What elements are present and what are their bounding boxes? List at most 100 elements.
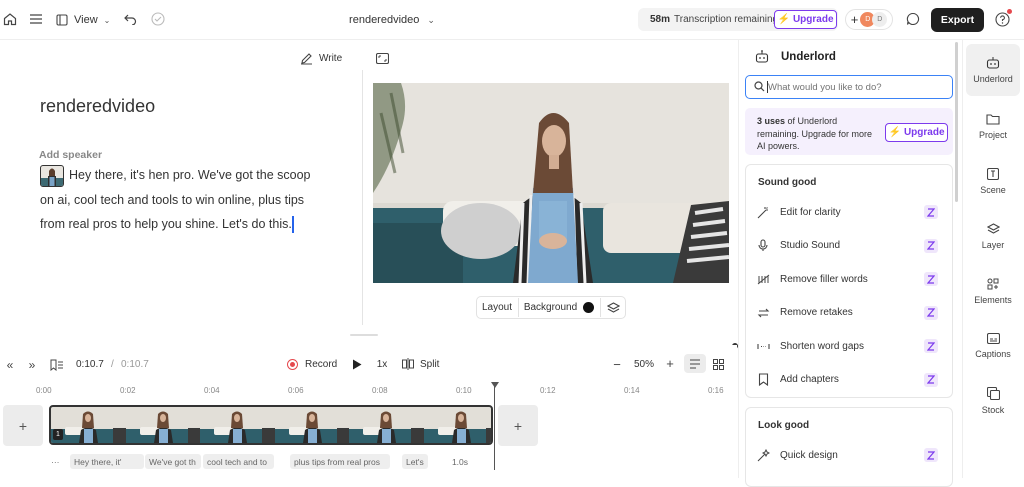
export-button[interactable]: Export: [931, 8, 984, 32]
word-chip[interactable]: We've got th: [145, 454, 201, 469]
sidenav-label: Project: [978, 129, 1007, 140]
section-heading: Look good: [758, 420, 810, 431]
search-icon: [754, 81, 765, 92]
sidenav-label: Captions: [975, 349, 1011, 359]
home-icon[interactable]: [2, 11, 18, 27]
video-clip[interactable]: 1: [49, 405, 493, 445]
word-chip[interactable]: Let's: [402, 454, 428, 469]
script-editor: Write renderedvideo Add speaker Hey ther…: [0, 40, 362, 340]
stock-icon: [986, 387, 1000, 400]
action-label: Add chapters: [780, 374, 839, 385]
word-chip[interactable]: cool tech and to: [203, 454, 274, 469]
action-studio-sound[interactable]: Studio Sound: [756, 234, 942, 258]
layers-icon[interactable]: [604, 300, 622, 315]
layers-icon: [986, 222, 1000, 235]
check-circle-icon[interactable]: [150, 11, 166, 27]
word-chip[interactable]: ···: [47, 454, 67, 469]
sidenav-label: Stock: [981, 405, 1005, 415]
sidenav-item-underlord[interactable]: Underlord: [966, 44, 1020, 96]
lightning-icon: ⚡: [888, 127, 901, 138]
split-button[interactable]: Split: [402, 356, 444, 372]
uses-count: 3 uses: [757, 116, 786, 126]
action-label: Quick design: [780, 449, 838, 461]
aspect-ratio-icon[interactable]: [375, 52, 389, 64]
script-line-3[interactable]: from real pros to help you shine. Let's …: [40, 217, 292, 231]
zoom-out-icon[interactable]: −: [611, 357, 623, 372]
playback-speed-button[interactable]: 1x: [372, 357, 392, 371]
elements-icon: [987, 278, 999, 290]
zoom-in-icon[interactable]: +: [664, 356, 676, 371]
sidenav-item-stock[interactable]: Stock: [966, 375, 1020, 427]
action-label: Edit for clarity: [780, 206, 841, 218]
sidenav-item-layer[interactable]: Layer: [966, 210, 1020, 262]
upgrade-label: Upgrade: [792, 14, 834, 25]
clip-badge: 1: [53, 429, 63, 440]
sidenav-item-scene[interactable]: Scene: [966, 155, 1020, 207]
document-title[interactable]: renderedvideo: [40, 96, 155, 117]
upgrade-label: Upgrade: [903, 127, 945, 138]
captions-icon: [986, 333, 1000, 344]
text-cursor: [767, 81, 768, 93]
action-add-chapters[interactable]: Add chapters: [756, 368, 942, 392]
record-icon: [287, 358, 298, 370]
gap-duration-chip[interactable]: 1.0s: [440, 454, 480, 469]
action-quick-design[interactable]: Quick design: [756, 443, 942, 467]
view-menu-button[interactable]: View ⌄: [56, 11, 112, 29]
robot-icon: [986, 56, 1000, 69]
video-preview[interactable]: [373, 83, 729, 283]
chevron-down-icon: ⌄: [103, 15, 111, 25]
menu-icon[interactable]: [28, 11, 44, 27]
track-view-icon[interactable]: [684, 354, 706, 373]
action-edit-for-clarity[interactable]: Edit for clarity: [756, 200, 942, 224]
ai-credit-icon: [924, 205, 938, 219]
add-clip-before-button[interactable]: +: [3, 405, 43, 446]
search-input[interactable]: [768, 79, 946, 95]
undo-icon[interactable]: [122, 11, 138, 27]
playhead[interactable]: [494, 383, 495, 470]
script-line-2[interactable]: on ai, cool tech and tools to win online…: [40, 193, 304, 207]
sidenav-item-captions[interactable]: Captions: [966, 320, 1020, 372]
folder-icon: [986, 113, 1000, 125]
write-button[interactable]: Write: [300, 50, 350, 66]
project-title-button[interactable]: renderedvideo ⌄: [346, 11, 438, 29]
toolbar-divider: [600, 298, 601, 317]
play-icon[interactable]: [351, 358, 363, 370]
action-remove-filler-words[interactable]: Remove filler words: [756, 267, 942, 291]
skip-back-icon[interactable]: «: [3, 358, 17, 372]
layout-button[interactable]: Layout: [477, 297, 517, 318]
panel-upgrade-button[interactable]: ⚡ Upgrade: [885, 123, 948, 142]
playhead-handle[interactable]: [491, 382, 499, 388]
collaborators-button[interactable]: + D D: [845, 9, 893, 30]
action-label: Shorten word gaps: [780, 340, 864, 352]
ai-credit-icon: [924, 238, 938, 253]
word-gaps-icon: [756, 339, 770, 353]
upgrade-button[interactable]: ⚡ Upgrade: [774, 10, 837, 29]
chapter-list-icon[interactable]: [49, 358, 65, 372]
background-button[interactable]: Background: [520, 297, 598, 318]
grid-view-icon[interactable]: [711, 357, 725, 371]
speaker-thumbnail[interactable]: [40, 165, 64, 187]
skip-forward-icon[interactable]: »: [25, 358, 39, 372]
word-chip[interactable]: Hey there, it': [70, 454, 144, 469]
scene-icon: [987, 167, 999, 180]
sidenav-item-elements[interactable]: Elements: [966, 265, 1020, 317]
add-speaker-button[interactable]: Add speaker: [39, 149, 102, 161]
action-remove-retakes[interactable]: Remove retakes: [756, 301, 942, 325]
add-clip-after-button[interactable]: +: [498, 405, 538, 446]
script-line-1[interactable]: Hey there, it's hen pro. We've got the s…: [69, 168, 310, 182]
ai-credit-icon: [924, 272, 938, 286]
panel-scrollbar[interactable]: [955, 42, 958, 202]
word-chip[interactable]: plus tips from real pros: [290, 454, 390, 469]
record-button[interactable]: Record: [287, 356, 341, 372]
split-label: Split: [420, 358, 440, 370]
view-label: View: [74, 14, 98, 26]
zoom-level: 50%: [634, 359, 655, 370]
clip-thumbnail: [274, 407, 350, 443]
transcription-label: Transcription remaining: [674, 14, 779, 25]
underlord-search[interactable]: [745, 75, 953, 99]
sidenav-item-project[interactable]: Project: [966, 100, 1020, 152]
transcription-time: 58m: [650, 14, 671, 25]
clip-thumbnail: [423, 407, 491, 443]
action-shorten-word-gaps[interactable]: Shorten word gaps: [756, 334, 942, 358]
comment-icon[interactable]: [905, 11, 921, 27]
